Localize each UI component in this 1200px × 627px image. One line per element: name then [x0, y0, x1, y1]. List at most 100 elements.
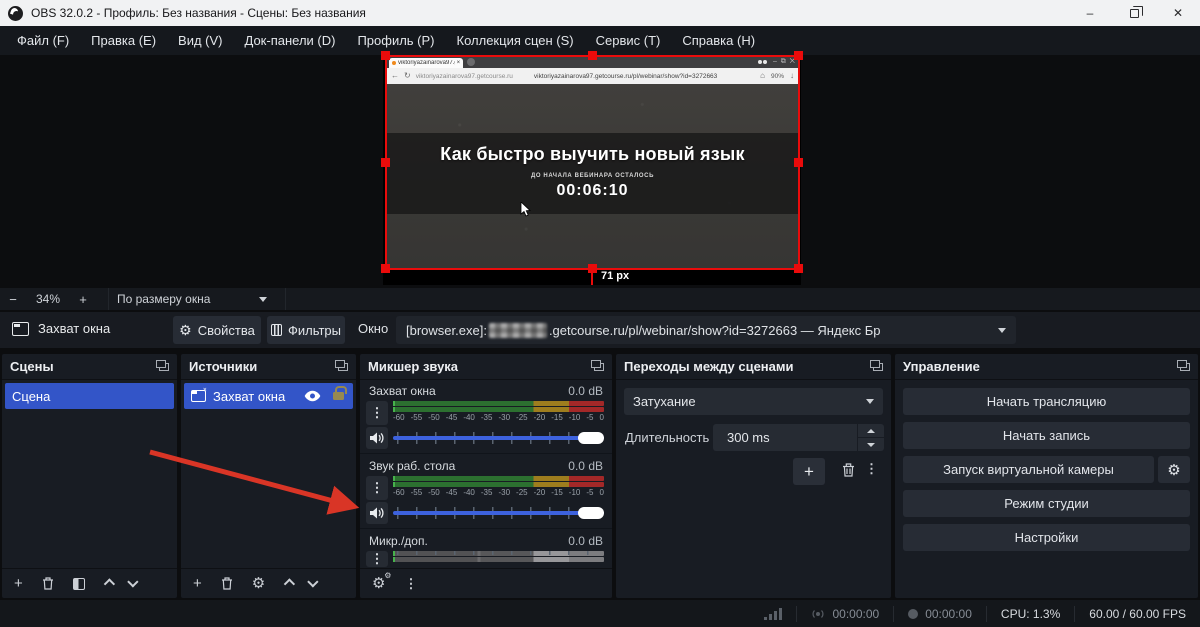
chevron-down-icon	[867, 443, 875, 447]
menu-edit[interactable]: Правка (E)	[80, 26, 167, 55]
handle-top-center[interactable]	[588, 51, 597, 60]
lock-icon[interactable]	[333, 392, 344, 400]
fit-mode-dropdown[interactable]: По размеру окна	[108, 288, 286, 310]
meter-tick-labels: -60-55-50-45-40-35-30-25-20-15-10-50	[393, 488, 604, 497]
speaker-icon	[370, 507, 384, 519]
preview-zoom-bar: − 34% + По размеру окна	[0, 288, 1200, 310]
status-bar: 00:00:00 00:00:00 CPU: 1.3% 60.00 / 60.0…	[0, 600, 1200, 627]
popout-icon[interactable]	[338, 363, 348, 371]
close-button[interactable]: ✕	[1156, 0, 1200, 26]
move-source-down-button[interactable]	[311, 580, 319, 588]
window-capture-source[interactable]: viktoriyazainarova97.g × – ⧉ ✕ ← ↻ vikto…	[385, 55, 800, 270]
start-streaming-button[interactable]: Начать трансляцию	[903, 388, 1190, 415]
restore-button[interactable]	[1112, 0, 1156, 26]
transition-type-dropdown[interactable]: Затухание	[624, 388, 883, 415]
duration-spinbox[interactable]: 300 ms	[713, 424, 857, 451]
remove-transition-button[interactable]	[842, 463, 855, 482]
popout-icon[interactable]	[159, 363, 169, 371]
zoom-in-button[interactable]: +	[70, 292, 96, 307]
move-scene-up-button[interactable]	[104, 580, 112, 588]
volume-slider[interactable]	[393, 502, 604, 524]
menu-file[interactable]: Файл (F)	[6, 26, 80, 55]
start-recording-button[interactable]: Начать запись	[903, 422, 1190, 449]
transition-menu-button[interactable]: ⋮	[865, 461, 878, 477]
minimize-button[interactable]: –	[1068, 0, 1112, 26]
window-field-label: Окно	[358, 321, 388, 336]
window-select-dropdown[interactable]: [browser.exe]: .getcourse.ru/pl/webinar/…	[396, 316, 1016, 344]
volume-slider-handle[interactable]	[578, 507, 604, 519]
virtual-camera-settings-button[interactable]: ⚙	[1158, 456, 1190, 483]
menu-help[interactable]: Справка (H)	[671, 26, 766, 55]
menu-view[interactable]: Вид (V)	[167, 26, 233, 55]
channel-menu-button[interactable]: ⋮	[366, 476, 388, 500]
zoom-out-button[interactable]: −	[0, 292, 26, 307]
chevron-down-icon	[998, 328, 1006, 333]
source-properties-button[interactable]: ⚙	[252, 576, 265, 591]
menu-docks[interactable]: Док-панели (D)	[234, 26, 347, 55]
scenes-toolbar: +	[2, 568, 177, 598]
scene-list-item[interactable]: Сцена	[5, 383, 174, 409]
volume-db-readout: 0.0 dB	[568, 459, 603, 473]
meter-tick-labels: -60-55-50-45-40-35-30-25-20-15-10-50	[393, 413, 604, 422]
duration-increase-button[interactable]	[858, 424, 884, 437]
add-transition-button[interactable]: +	[793, 458, 825, 485]
new-tab-button	[467, 58, 475, 66]
menu-scene-collection[interactable]: Коллекция сцен (S)	[446, 26, 585, 55]
handle-middle-left[interactable]	[381, 158, 390, 167]
mixer-channel-mic-aux: Микр./доп. 0.0 dB ⋮	[360, 530, 612, 568]
snap-measure-line	[591, 270, 593, 285]
browser-window-controls: – ⧉ ✕	[773, 58, 795, 65]
obs-window: OBS 32.0.2 - Профиль: Без названия - Сце…	[0, 0, 1200, 627]
network-signal-icon	[764, 608, 782, 620]
handle-top-left[interactable]	[381, 51, 390, 60]
handle-middle-right[interactable]	[794, 158, 803, 167]
duration-label: Длительность	[625, 430, 709, 445]
move-source-up-button[interactable]	[284, 580, 292, 588]
webinar-banner: Как быстро выучить новый язык ДО НАЧАЛА …	[385, 133, 800, 214]
fps-counter: 60.00 / 60.00 FPS	[1089, 607, 1186, 621]
properties-button[interactable]: ⚙ Свойства	[173, 316, 261, 344]
remove-source-button[interactable]	[221, 577, 233, 590]
sources-header: Источники	[181, 354, 356, 380]
channel-menu-button[interactable]: ⋮	[366, 551, 388, 567]
volume-slider-handle[interactable]	[578, 432, 604, 444]
countdown-timer: 00:06:10	[385, 182, 800, 200]
start-virtual-camera-button[interactable]: Запуск виртуальной камеры	[903, 456, 1154, 483]
handle-top-right[interactable]	[794, 51, 803, 60]
mouse-cursor	[520, 202, 531, 217]
menu-tools[interactable]: Сервис (T)	[585, 26, 672, 55]
popout-icon[interactable]	[873, 363, 883, 371]
mixer-toolbar: ⚙ ⋮	[360, 568, 612, 598]
menu-profile[interactable]: Профиль (P)	[346, 26, 445, 55]
filters-button[interactable]: Фильтры	[267, 316, 345, 344]
mute-button[interactable]	[366, 427, 388, 449]
volume-db-readout: 0.0 dB	[568, 384, 603, 398]
studio-mode-button[interactable]: Режим студии	[903, 490, 1190, 517]
mute-button[interactable]	[366, 502, 388, 524]
popout-icon[interactable]	[594, 363, 604, 371]
handle-bottom-right[interactable]	[794, 264, 803, 273]
visibility-eye-icon[interactable]	[304, 390, 321, 402]
remove-scene-button[interactable]	[42, 577, 54, 590]
transitions-header: Переходы между сценами	[616, 354, 891, 380]
filters-icon	[271, 324, 282, 336]
settings-button[interactable]: Настройки	[903, 524, 1190, 551]
volume-slider[interactable]	[393, 427, 604, 449]
scenes-header: Сцены	[2, 354, 177, 380]
favicon	[392, 61, 396, 65]
scene-filters-button[interactable]	[73, 578, 85, 590]
handle-bottom-left[interactable]	[381, 264, 390, 273]
add-scene-button[interactable]: +	[14, 576, 23, 591]
duration-decrease-button[interactable]	[858, 438, 884, 451]
reload-icon: ↻	[404, 72, 411, 80]
advanced-audio-button[interactable]: ⚙	[372, 576, 385, 591]
obs-logo-icon	[8, 6, 23, 21]
add-source-button[interactable]: +	[193, 576, 202, 591]
chevron-down-icon	[866, 399, 874, 404]
popout-icon[interactable]	[1180, 363, 1190, 371]
source-list-item[interactable]: Захват окна	[184, 383, 353, 409]
move-scene-down-button[interactable]	[131, 580, 139, 588]
mixer-menu-button[interactable]: ⋮	[404, 577, 417, 590]
snap-measure-label: 71 px	[601, 270, 629, 282]
channel-menu-button[interactable]: ⋮	[366, 401, 388, 425]
